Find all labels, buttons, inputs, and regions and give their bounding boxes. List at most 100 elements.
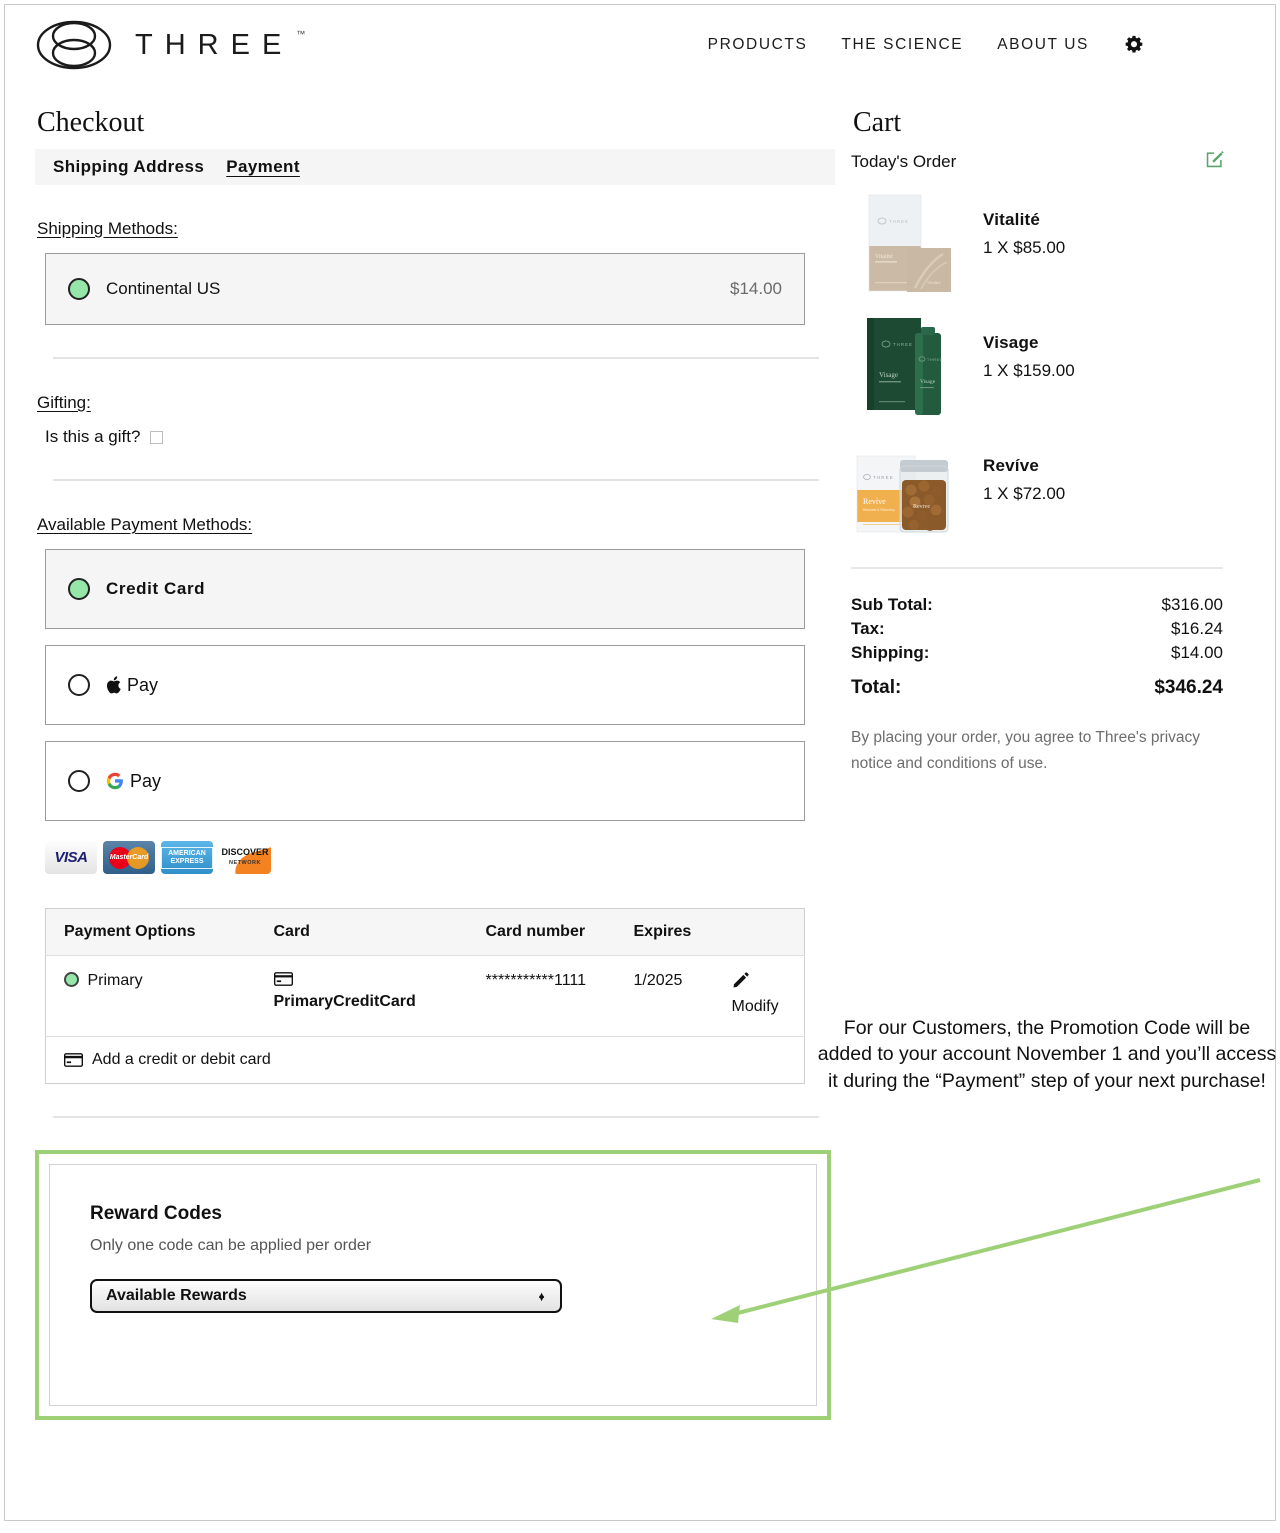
edit-cart-icon[interactable] [1205, 149, 1225, 174]
divider-shipping [53, 357, 819, 359]
radio-apple-pay[interactable] [68, 674, 90, 696]
th-payment-options: Payment Options [45, 908, 256, 956]
cell-expires: 1/2025 [615, 955, 714, 1037]
revive-product-image: THREE Revíve Renewal & Recovery Revíve [856, 455, 949, 533]
product-name: Visage [983, 333, 1039, 352]
product-info-revive: Revíve 1 X $72.00 [961, 438, 1065, 504]
three-logo-icon [36, 20, 112, 70]
product-info-visage: Visage 1 X $159.00 [961, 315, 1075, 381]
cart-header: Today's Order [851, 149, 1225, 174]
checkout-tabbar: Shipping Address Payment [35, 149, 835, 185]
page-title: Checkout [37, 107, 145, 138]
primary-label: Primary [87, 972, 143, 989]
cell-add-card: Add a credit or debit card [46, 1037, 805, 1084]
svg-text:Revíve: Revíve [863, 497, 886, 506]
payment-options-table: Payment Options Card Card number Expires… [45, 908, 805, 1084]
vitalite-product-image: THREE Vitalité Vitalité [868, 194, 951, 292]
page-frame: THREE ™ PRODUCTS THE SCIENCE ABOUT US Ch… [4, 4, 1276, 1521]
shipping-option-continental-us[interactable]: Continental US $14.00 [45, 253, 805, 325]
payment-methods-label: Available Payment Methods: [37, 515, 253, 534]
th-expires: Expires [615, 908, 714, 956]
cart-divider [851, 567, 1223, 569]
gifting-label: Gifting: [37, 393, 91, 412]
legal-text: By placing your order, you agree to Thre… [851, 729, 1201, 772]
nav-link-products[interactable]: PRODUCTS [708, 36, 808, 54]
table-row[interactable]: Primary PrimaryCreditCard ***********111… [45, 955, 805, 1037]
add-card-button[interactable]: Add a credit or debit card [64, 1051, 786, 1069]
gear-icon[interactable] [1123, 34, 1145, 56]
select-stepper-arrows-icon: ▲ ▼ [537, 1289, 546, 1303]
cart-subtitle: Today's Order [851, 151, 957, 171]
svg-text:THREE: THREE [927, 358, 943, 362]
payment-option-google-pay[interactable]: Pay [45, 741, 805, 821]
list-item[interactable]: THREE Visage THREE Visage Visage 1 X $15… [851, 315, 1225, 420]
product-thumbnail-revive: THREE Revíve Renewal & Recovery Revíve [851, 438, 961, 543]
discover-logo-text: DISCOVER NETWORK [221, 846, 269, 866]
radio-google-pay[interactable] [68, 770, 90, 792]
discover-logo-icon: DISCOVER NETWORK [219, 841, 271, 874]
visa-logo-text: VISA [54, 849, 88, 866]
available-rewards-select[interactable]: Available Rewards ▲ ▼ [90, 1279, 562, 1313]
gear-icon-glyph [1125, 35, 1143, 53]
credit-card-icon [273, 972, 293, 986]
shipping-label: Shipping: [851, 643, 930, 662]
modify-label: Modify [731, 998, 779, 1015]
shipping-methods-label: Shipping Methods: [37, 219, 178, 238]
amex-logo-text: AMERICAN EXPRESS [161, 846, 213, 869]
tax-value: $16.24 [1171, 619, 1223, 638]
cart-column: Cart Today's Order THREE Vitalité Vitali… [835, 85, 1225, 1420]
radio-continental-us[interactable] [68, 278, 90, 300]
svg-text:Visage: Visage [879, 371, 898, 379]
nav-link-about-us[interactable]: ABOUT US [997, 36, 1089, 54]
svg-text:THREE: THREE [873, 475, 894, 480]
nav-link-the-science[interactable]: THE SCIENCE [841, 36, 963, 54]
reward-codes-title: Reward Codes [90, 1203, 222, 1224]
payment-option-credit-card[interactable]: Credit Card [45, 549, 805, 629]
svg-text:THREE: THREE [893, 342, 913, 347]
visa-logo-icon: VISA [45, 841, 97, 874]
list-item[interactable]: THREE Vitalité Vitalité Vitalité 1 X $85… [851, 192, 1225, 297]
product-name: Vitalité [983, 210, 1041, 229]
subtotal-value: $316.00 [1161, 595, 1223, 614]
subtotal-label: Sub Total: [851, 595, 933, 614]
tab-shipping-address[interactable]: Shipping Address [53, 157, 204, 177]
cell-card-number: ***********1111 [467, 955, 616, 1037]
add-card-row[interactable]: Add a credit or debit card [46, 1037, 805, 1084]
cell-card: PrimaryCreditCard [255, 955, 468, 1037]
total-row-tax: Tax: $16.24 [851, 619, 1223, 639]
reward-codes-panel: Reward Codes Only one code can be applie… [49, 1164, 817, 1406]
reward-codes-annotated-region: Reward Codes Only one code can be applie… [35, 1150, 831, 1420]
svg-text:Revíve: Revíve [913, 504, 930, 510]
th-actions [713, 908, 805, 956]
gift-question-label: Is this a gift? [45, 427, 141, 446]
brand-logo[interactable]: THREE ™ [35, 19, 305, 71]
order-totals: Sub Total: $316.00 Tax: $16.24 Shipping:… [851, 595, 1223, 699]
tab-payment[interactable]: Payment [226, 157, 300, 177]
promo-annotation-text: For our Customers, the Promotion Code wi… [817, 1017, 1277, 1092]
checkout-column: Checkout Shipping Address Payment Shippi… [35, 85, 835, 1420]
svg-text:Vitalité: Vitalité [927, 280, 941, 285]
divider-rewards [53, 1116, 819, 1118]
cell-modify[interactable]: Modify [713, 955, 805, 1037]
google-icon [106, 772, 123, 790]
list-item[interactable]: THREE Revíve Renewal & Recovery Revíve R… [851, 438, 1225, 543]
pencil-icon [732, 972, 749, 988]
shipping-option-price: $14.00 [730, 279, 782, 298]
payment-table-body: Primary PrimaryCreditCard ***********111… [45, 955, 805, 1084]
cell-payment-option: Primary [45, 955, 256, 1037]
product-qty-price: 1 X $85.00 [983, 238, 1066, 257]
product-qty-price: 1 X $159.00 [983, 361, 1075, 380]
product-qty-price: 1 X $72.00 [983, 484, 1066, 503]
total-row-shipping: Shipping: $14.00 [851, 643, 1223, 663]
total-row-subtotal: Sub Total: $316.00 [851, 595, 1223, 615]
google-pay-label: Pay [130, 770, 162, 791]
radio-credit-card[interactable] [68, 578, 90, 600]
product-name: Revíve [983, 456, 1040, 475]
divider-gifting [53, 479, 819, 481]
gift-checkbox[interactable] [150, 430, 164, 444]
apple-pay-wordmark: Pay [106, 675, 158, 696]
amex-logo-icon: AMERICAN EXPRESS [161, 841, 213, 874]
accepted-card-logos: VISA MasterCard AMERICAN EXPRESS DISCOVE… [45, 841, 835, 874]
payment-option-apple-pay[interactable]: Pay [45, 645, 805, 725]
radio-primary-card[interactable] [64, 972, 79, 987]
